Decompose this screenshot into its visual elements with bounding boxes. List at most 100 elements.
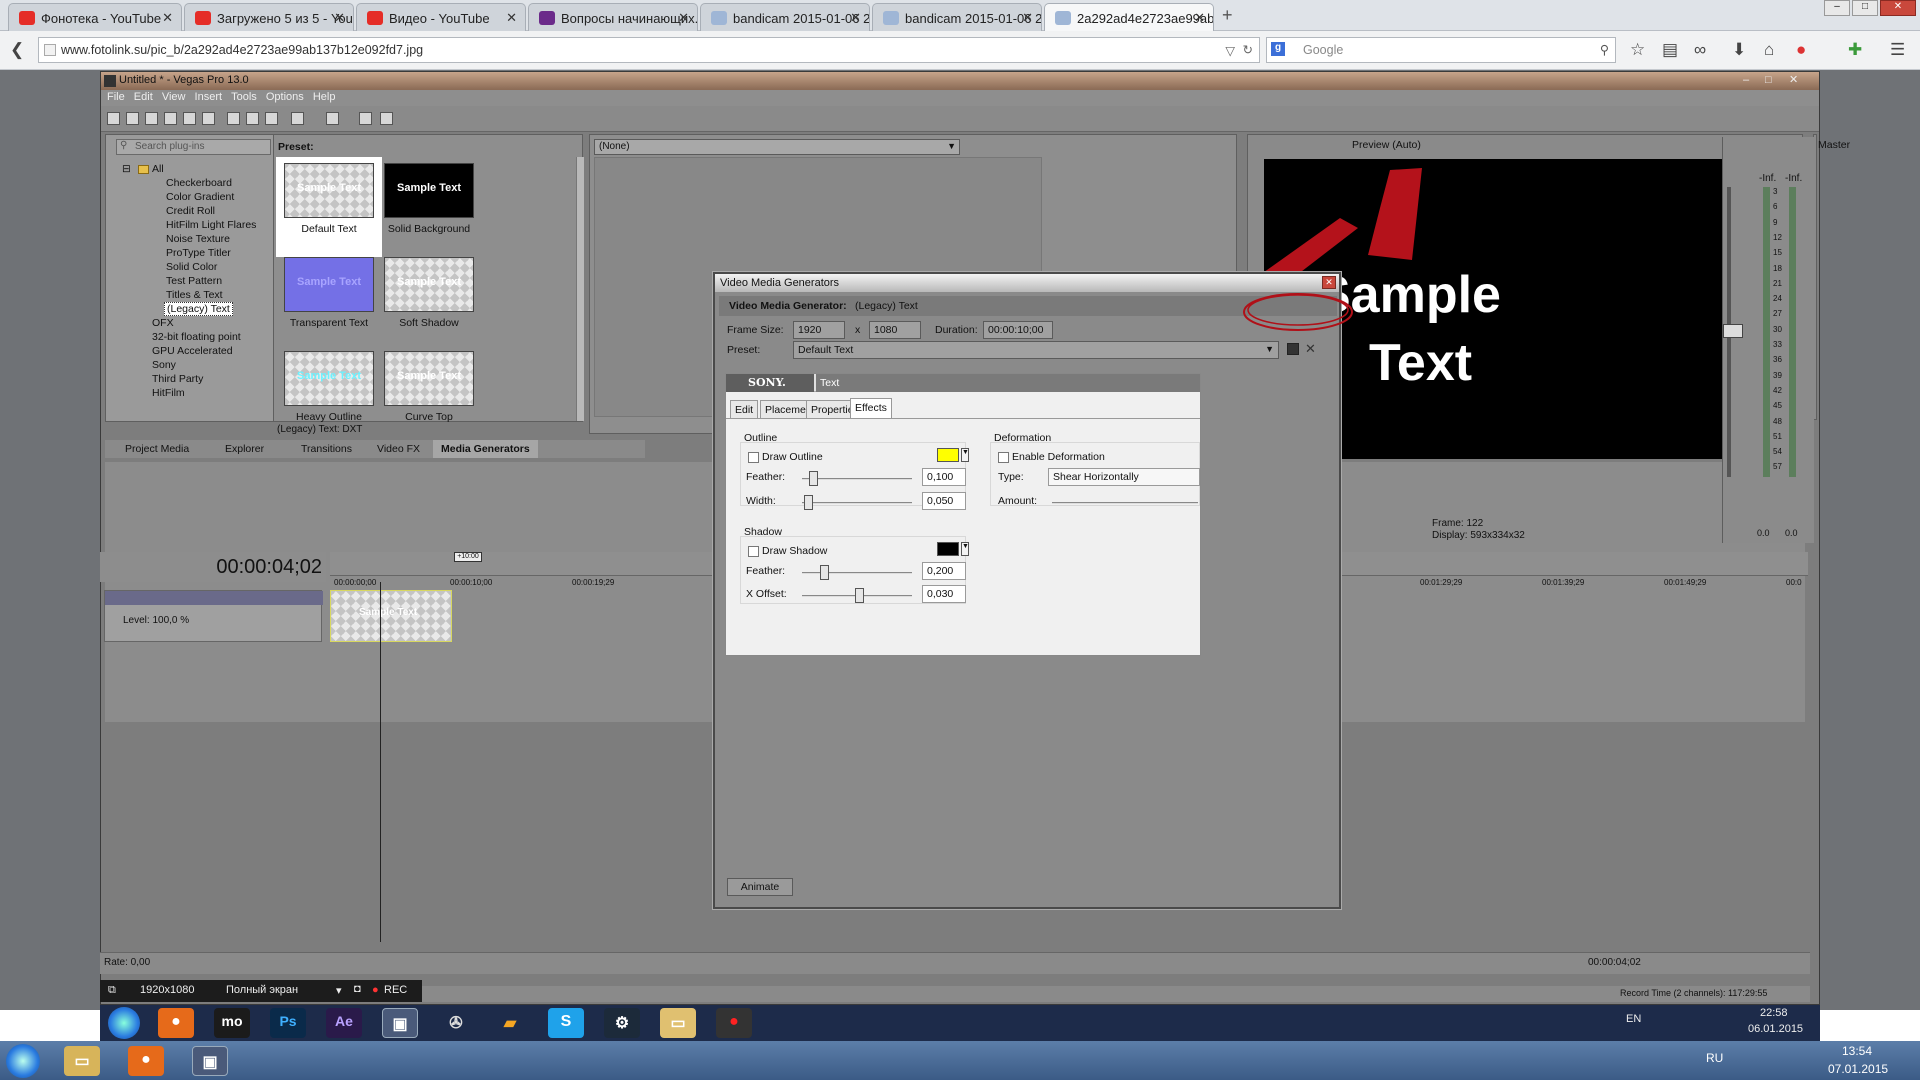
track-level[interactable]: Level: 100,0 % <box>123 615 189 626</box>
video-event[interactable]: Sample Text <box>330 590 452 642</box>
browser-tab-4[interactable]: Вопросы начинающих. Ч ✕ <box>528 3 698 31</box>
tree-item-third-party[interactable]: Third Party <box>152 373 203 385</box>
subtab-effects[interactable]: Effects <box>850 398 892 418</box>
steam-icon[interactable]: ⚙ <box>604 1008 640 1038</box>
recorder-mode[interactable]: Полный экран <box>226 984 298 996</box>
camera-icon[interactable]: ◘ <box>354 983 361 995</box>
playhead-cursor[interactable] <box>380 582 381 942</box>
outline-width-field[interactable]: 0,050 <box>922 492 966 510</box>
shadow-xoffset-field[interactable]: 0,030 <box>922 585 966 603</box>
tree-item-test-pattern[interactable]: Test Pattern <box>166 275 222 287</box>
outline-width-slider[interactable] <box>803 495 813 510</box>
subtab-edit[interactable]: Edit <box>730 400 759 418</box>
new-icon[interactable] <box>107 112 120 125</box>
draw-outline-checkbox[interactable] <box>748 452 759 463</box>
extension-icon[interactable]: ✚ <box>1848 40 1862 60</box>
explorer-icon[interactable]: ▭ <box>64 1046 100 1076</box>
vegas-icon[interactable]: ▣ <box>382 1008 418 1038</box>
close-icon[interactable]: ✕ <box>506 10 517 26</box>
recorder-rec[interactable]: REC <box>384 984 407 996</box>
skype-icon[interactable]: S <box>548 1008 584 1038</box>
save-preset-icon[interactable] <box>1287 343 1299 355</box>
chevron-down-icon[interactable]: ▼ <box>961 448 969 462</box>
deformation-type-select[interactable]: Shear Horizontally <box>1048 468 1200 486</box>
browser-tab-1[interactable]: Фонотека - YouTube ✕ <box>8 3 182 31</box>
tree-item-color-gradient[interactable]: Color Gradient <box>166 191 234 203</box>
open-icon[interactable] <box>126 112 139 125</box>
tree-item-solid-color[interactable]: Solid Color <box>166 261 217 273</box>
start-button[interactable] <box>108 1007 140 1039</box>
tree-item-ofx[interactable]: OFX <box>152 317 174 329</box>
close-icon[interactable]: ✕ <box>334 10 345 26</box>
tree-item-noise-texture[interactable]: Noise Texture <box>166 233 230 245</box>
after-effects-icon[interactable]: Ae <box>326 1008 362 1038</box>
presets-scrollbar[interactable] <box>576 157 584 421</box>
home-icon[interactable]: ⌂ <box>1764 40 1774 60</box>
tree-item-hitfilm-light-flares[interactable]: HitFilm Light Flares <box>166 219 256 231</box>
close-icon[interactable]: ✕ <box>678 10 689 26</box>
save-icon[interactable] <box>145 112 158 125</box>
close-window-button[interactable]: ✕ <box>1789 73 1798 86</box>
undo-icon[interactable] <box>291 112 304 125</box>
copy-icon[interactable] <box>246 112 259 125</box>
close-icon[interactable]: ✕ <box>1194 10 1205 26</box>
render-icon[interactable] <box>183 112 196 125</box>
close-icon[interactable]: ✕ <box>1022 10 1033 26</box>
search-icon[interactable]: ⚲ <box>1600 42 1609 57</box>
download-icon[interactable]: ⬇ <box>1732 40 1746 60</box>
tab-transitions[interactable]: Transitions <box>293 440 360 458</box>
animate-button[interactable]: Animate <box>727 878 793 896</box>
vegas-icon[interactable]: ▣ <box>192 1046 228 1076</box>
plugin-search-input[interactable]: ⚲ Search plug-ins <box>116 139 271 155</box>
outline-feather-slider[interactable] <box>809 471 818 486</box>
bookmark-star-icon[interactable]: ☆ <box>1630 40 1645 60</box>
back-icon[interactable]: ❮ <box>10 40 24 60</box>
mo-app-icon[interactable]: mo <box>214 1008 250 1038</box>
preset-thumb-heavy-outline[interactable]: Sample Text <box>284 351 374 406</box>
save-as-icon[interactable] <box>164 112 177 125</box>
reload-icon[interactable]: ↻ <box>1243 42 1253 57</box>
close-icon[interactable]: ✕ <box>162 10 173 26</box>
chevron-down-icon[interactable]: ▾ <box>336 984 342 997</box>
folder-app-icon[interactable]: ▰ <box>492 1008 528 1038</box>
browser-tab-7[interactable]: 2a292ad4e2723ae99ab137b... ✕ <box>1044 3 1214 31</box>
menu-tools[interactable]: Tools <box>231 90 257 103</box>
menu-help[interactable]: Help <box>313 90 336 103</box>
duration-field[interactable]: 00:00:10;00 <box>983 321 1053 339</box>
inner-date[interactable]: 06.01.2015 <box>1748 1023 1803 1035</box>
preset-thumb-curve-top[interactable]: Sample Text <box>384 351 474 406</box>
explorer-icon[interactable]: ▭ <box>660 1008 696 1038</box>
new-tab-button[interactable]: + <box>1222 5 1233 26</box>
preset-thumb-transparent-text[interactable]: Sample Text <box>284 257 374 312</box>
firefox-icon[interactable]: ● <box>128 1046 164 1076</box>
shadow-feather-field[interactable]: 0,200 <box>922 562 966 580</box>
shadow-feather-slider[interactable] <box>820 565 829 580</box>
tab-media-generators[interactable]: Media Generators <box>433 440 538 458</box>
menu-view[interactable]: View <box>162 90 186 103</box>
preset-thumb-default-text[interactable]: Sample Text <box>284 163 374 218</box>
frame-width-field[interactable]: 1920 <box>793 321 845 339</box>
browser-tab-5[interactable]: bandicam 2015-01-06 23-0... ✕ <box>700 3 870 31</box>
shadow-color-swatch[interactable] <box>937 542 959 556</box>
tree-expand-all[interactable]: ⊟ <box>122 163 131 175</box>
tab-explorer[interactable]: Explorer <box>217 440 272 458</box>
edit-tool-icon[interactable] <box>359 112 372 125</box>
outer-lang[interactable]: RU <box>1706 1051 1723 1065</box>
tree-item-all[interactable]: All <box>152 163 164 175</box>
browser-tab-2[interactable]: Загружено 5 из 5 - YouTube ✕ <box>184 3 354 31</box>
maximize-button[interactable]: □ <box>1765 74 1772 86</box>
outer-time[interactable]: 13:54 <box>1842 1044 1872 1058</box>
address-bar[interactable]: www.fotolink.su/pic_b/2a292ad4e2723ae99a… <box>38 37 1260 63</box>
tree-item-checkerboard[interactable]: Checkerboard <box>166 177 232 189</box>
draw-shadow-checkbox[interactable] <box>748 546 759 557</box>
trimmer-select[interactable]: (None) ▼ <box>594 139 960 155</box>
enable-deformation-checkbox[interactable] <box>998 452 1009 463</box>
preset-thumb-solid-background[interactable]: Sample Text <box>384 163 474 218</box>
adblock-icon[interactable]: ● <box>1796 40 1806 60</box>
outline-feather-field[interactable]: 0,100 <box>922 468 966 486</box>
menu-file[interactable]: File <box>107 90 125 103</box>
menu-insert[interactable]: Insert <box>195 90 223 103</box>
master-fader[interactable] <box>1723 324 1743 338</box>
menu-icon[interactable]: ☰ <box>1890 40 1905 60</box>
browser-tab-6[interactable]: bandicam 2015-01-06 22-5... ✕ <box>872 3 1042 31</box>
